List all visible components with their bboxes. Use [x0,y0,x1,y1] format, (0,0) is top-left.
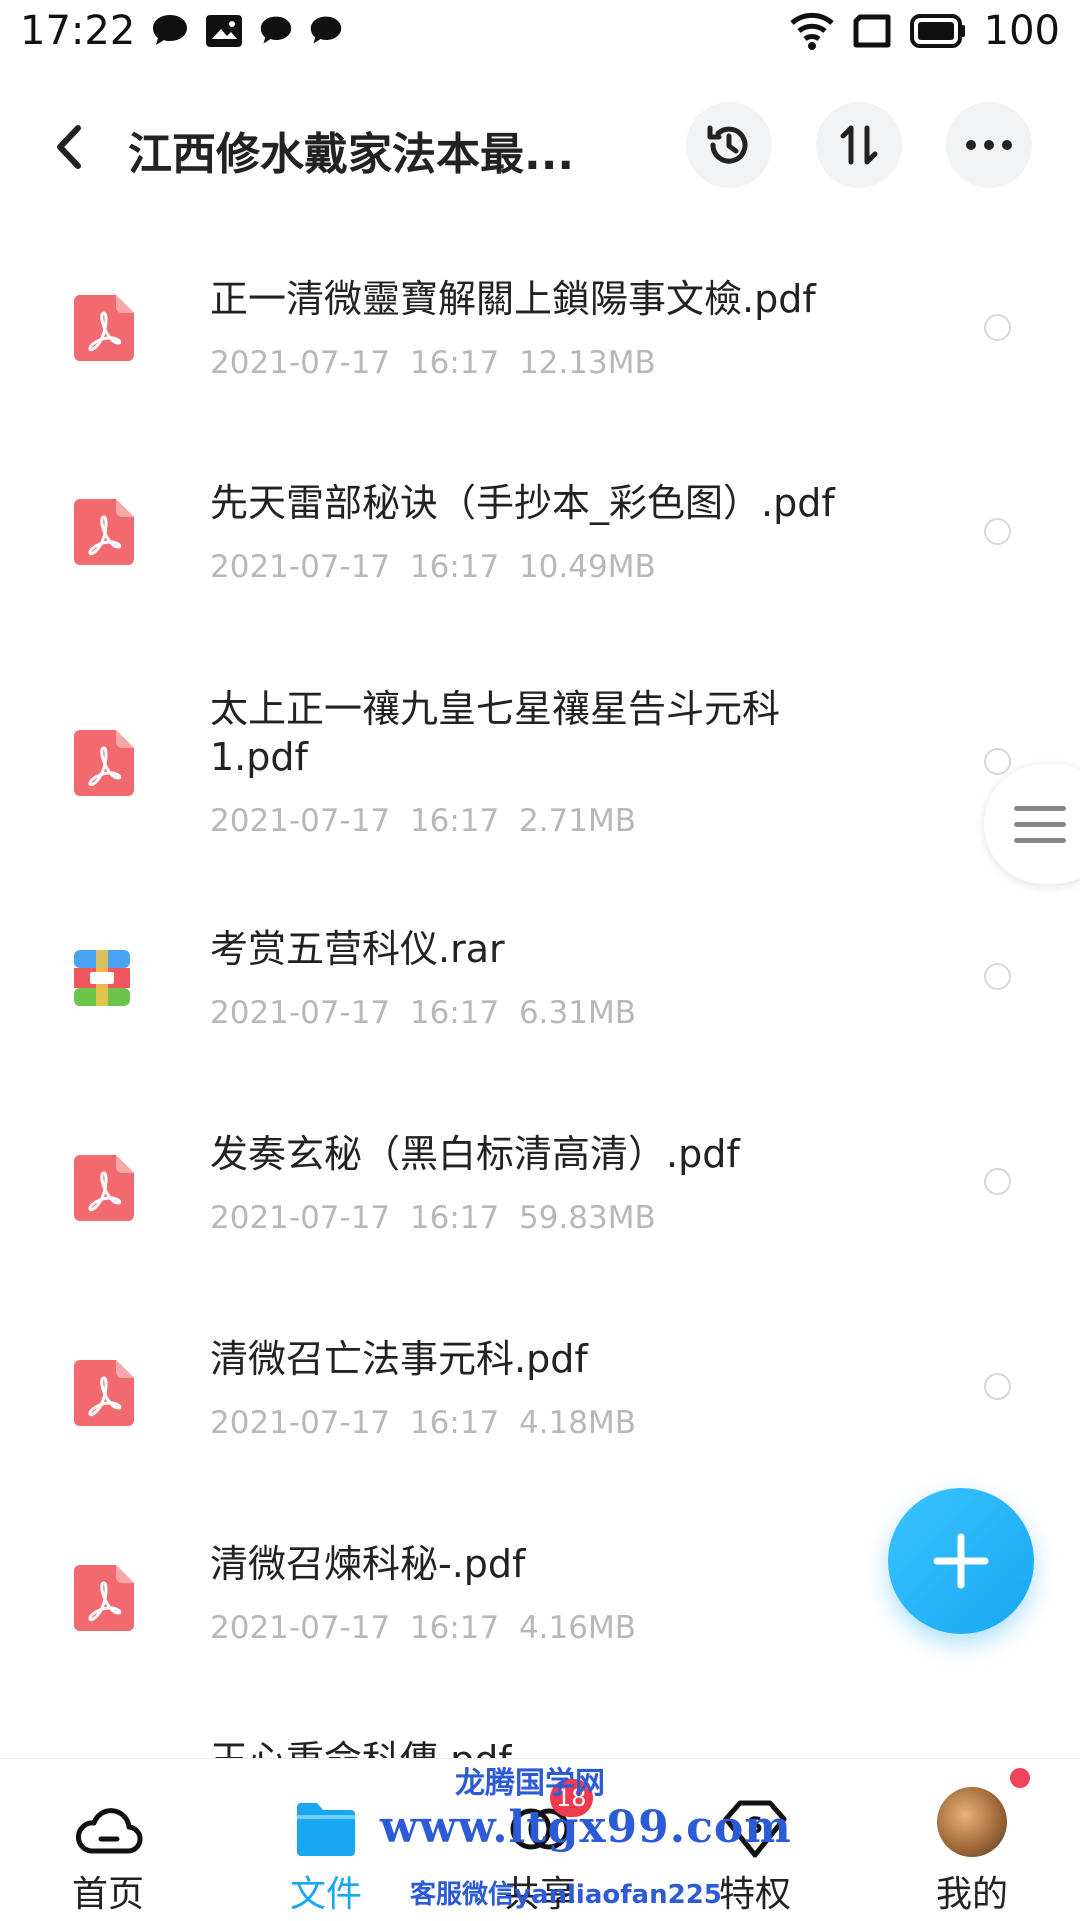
pdf-file-icon [74,1155,134,1221]
more-dots-icon [966,140,1012,150]
file-row[interactable]: 太上正一禳九皇七星禳星告斗元科 1.pdf 2021-07-17 16:17 2… [0,675,1080,875]
menu-lines-icon [1014,806,1066,854]
cloud-icon [75,1808,143,1854]
status-bar: 17:22 100 [0,0,1080,70]
chat-bubble-icon [153,15,187,45]
notification-dot [1010,1768,1030,1788]
avatar [937,1787,1007,1857]
pdf-file-icon [74,1360,134,1426]
page-title: 江西修水戴家法本最... [128,129,575,180]
chat-bubble-icon [260,16,292,44]
rar-archive-icon [74,950,130,1006]
status-time: 17:22 [20,8,136,54]
history-button[interactable] [686,102,772,188]
image-icon [206,15,242,47]
nav-label: 共享 [503,1874,576,1915]
nav-item-share[interactable]: 18 共享 [460,1759,620,1921]
plus-icon [933,1533,989,1589]
select-radio[interactable] [984,1373,1011,1400]
nav-item-home[interactable]: 首页 [28,1759,188,1921]
file-row[interactable]: 考赏五营科仪.rar 2021-07-17 16:17 6.31MB [0,920,1080,1090]
select-radio[interactable] [984,518,1011,545]
select-radio[interactable] [984,1168,1011,1195]
header: 江西修水戴家法本最... [0,100,1080,195]
folder-icon [297,1803,355,1856]
pdf-file-icon [74,730,134,796]
status-right: 100 [789,8,1060,54]
file-row[interactable]: 先天雷部秘诀（手抄本_彩色图）.pdf 2021-07-17 16:17 10.… [0,469,1080,639]
select-radio[interactable] [984,314,1011,341]
file-meta: 2021-07-17 16:17 4.18MB [210,1405,636,1441]
file-meta: 2021-07-17 16:17 10.49MB [210,549,656,585]
chat-bubble-icon [310,16,342,44]
nav-label: 我的 [935,1874,1008,1915]
select-radio[interactable] [984,748,1011,775]
sort-button[interactable] [816,102,902,188]
file-row[interactable]: 正一清微靈寶解關上鎖陽事文檢.pdf 2021-07-17 16:17 12.1… [0,265,1080,435]
more-button[interactable] [946,102,1032,188]
file-meta: 2021-07-17 16:17 59.83MB [210,1200,656,1236]
nav-label: 文件 [289,1874,362,1915]
file-row[interactable]: 发奏玄秘（黑白标清高清）.pdf 2021-07-17 16:17 59.83M… [0,1125,1080,1295]
file-name: 太上正一禳九皇七星禳星告斗元科 1.pdf [210,687,781,779]
pdf-file-icon [74,295,134,361]
file-name: 先天雷部秘诀（手抄本_彩色图）.pdf [210,481,835,525]
partial-file-name: 王心重命科傳.pdf [210,1736,512,1758]
file-meta: 2021-07-17 16:17 6.31MB [210,995,636,1031]
notification-icons [150,12,344,50]
nav-item-files[interactable]: 文件 [246,1759,406,1921]
file-name: 正一清微靈寶解關上鎖陽事文檢.pdf [210,277,816,321]
file-meta: 2021-07-17 16:17 4.16MB [210,1610,636,1646]
file-name: 考赏五营科仪.rar [210,927,505,971]
nav-item-privilege[interactable]: S 特权 [675,1759,835,1921]
history-icon [707,125,748,164]
nav-label: 特权 [718,1874,791,1915]
file-meta: 2021-07-17 16:17 2.71MB [210,803,636,839]
file-name: 清微召亡法事元科.pdf [210,1337,588,1381]
battery-icon [909,14,965,48]
nav-label: 首页 [71,1874,144,1915]
file-name: 发奏玄秘（黑白标清高清）.pdf [210,1132,740,1176]
pdf-file-icon [74,1565,134,1631]
file-row[interactable]: 清微召亡法事元科.pdf 2021-07-17 16:17 4.18MB [0,1330,1080,1500]
sort-icon [840,125,878,165]
pdf-file-icon [74,499,134,565]
file-meta: 2021-07-17 16:17 12.13MB [210,345,656,381]
privilege-icon: S [723,1800,787,1858]
wifi-icon [789,12,834,50]
share-badge: 18 [550,1779,593,1817]
screen-rotate-icon [853,14,891,48]
back-arrow-icon[interactable] [50,122,90,172]
file-name: 清微召煉科秘-.pdf [210,1542,526,1586]
select-radio[interactable] [984,963,1011,990]
battery-level: 100 [983,8,1060,54]
bottom-nav: 首页 文件 18 共享 S 特权 我的 [0,1758,1080,1921]
svg-text:S: S [747,1814,763,1839]
add-button[interactable] [888,1488,1034,1634]
